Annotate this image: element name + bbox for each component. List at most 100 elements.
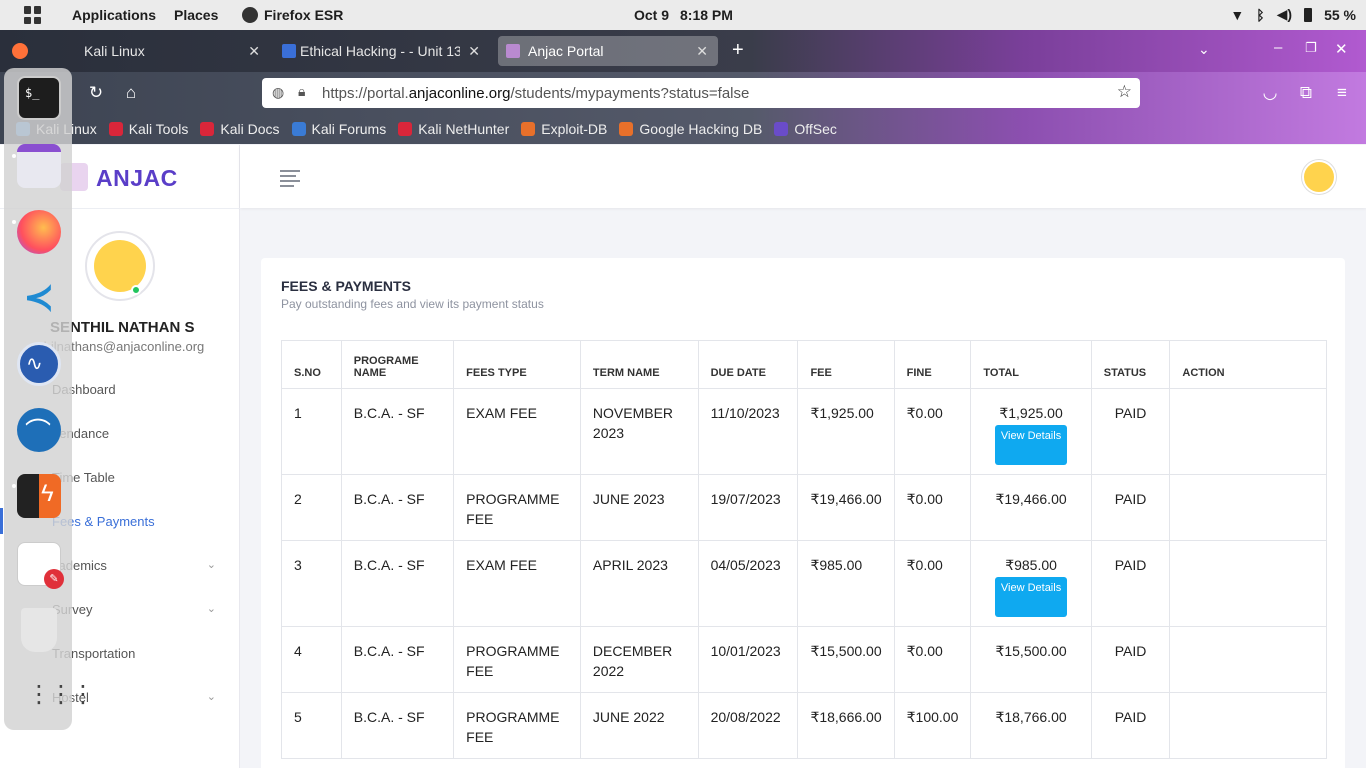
profile-avatar[interactable] [85, 231, 155, 301]
cell-sno: 5 [281, 692, 342, 759]
bookmark-offsec[interactable]: OffSec [774, 121, 837, 137]
column-header[interactable]: FEES TYPE [453, 340, 581, 389]
bookmark-kali-nethunter[interactable]: Kali NetHunter [398, 121, 509, 137]
cell-due-date: 04/05/2023 [697, 540, 799, 627]
text-editor-icon[interactable]: ✎ [17, 542, 64, 589]
cell-programme: B.C.A. - SF [340, 474, 455, 541]
pocket-icon[interactable]: ◡ [1260, 83, 1280, 103]
trash-icon[interactable] [21, 608, 57, 652]
bookmarks-bar: Kali Linux Kali Tools Kali Docs Kali For… [0, 114, 1366, 144]
sidebar-item-dashboard[interactable]: Dashboard [52, 382, 224, 397]
cell-sno: 3 [281, 540, 342, 627]
bookmark-kali-forums[interactable]: Kali Forums [291, 121, 386, 137]
cell-fee: ₹18,666.00 [797, 692, 895, 759]
wireshark-icon[interactable]: ⌒ [17, 408, 61, 452]
bookmark-star-icon[interactable]: ☆ [1117, 82, 1132, 102]
column-header[interactable]: TOTAL [970, 340, 1092, 389]
system-tray[interactable]: ▼ ᛒ ◀) 55 % [1230, 6, 1356, 23]
places-menu[interactable]: Places [174, 7, 218, 23]
column-header[interactable]: FEE [797, 340, 895, 389]
cell-sno: 2 [281, 474, 342, 541]
firefox-icon[interactable] [17, 210, 61, 254]
sidebar-item-transportation[interactable]: Transportation [52, 646, 224, 661]
vscode-icon[interactable]: ≺ [17, 276, 61, 320]
table-row: 2 B.C.A. - SF PROGRAMME FEE JUNE 2023 19… [281, 474, 1327, 541]
tab-anjac-portal[interactable]: Anjac Portal ✕ [498, 36, 718, 66]
view-details-button[interactable]: View Details [995, 577, 1068, 617]
file-manager-icon[interactable] [17, 144, 61, 188]
new-tab-button[interactable]: + [732, 39, 744, 62]
bookmark-label: OffSec [794, 121, 837, 137]
sidebar-item-attendance[interactable]: ttendance [52, 426, 224, 441]
battery-icon [1304, 7, 1313, 22]
site-info-icon[interactable]: ◍ [272, 84, 284, 101]
avatar-face-icon [94, 240, 146, 292]
cell-fees-type: EXAM FEE [453, 540, 581, 627]
column-header[interactable]: S.NO [281, 340, 342, 389]
address-bar[interactable]: ◍ 🔒︎ https://portal. anjaconline.org/stud… [262, 78, 1140, 108]
wifi-icon: ▼ [1230, 6, 1245, 23]
app-grid-icon[interactable] [24, 6, 42, 24]
show-apps-grid-icon[interactable]: ⋮⋮⋮ [17, 674, 95, 718]
lock-icon[interactable]: 🔒︎ [298, 83, 305, 100]
applications-menu[interactable]: Applications [72, 7, 156, 23]
column-header[interactable]: PROGRAME NAME [340, 340, 455, 389]
restore-icon[interactable]: ❐ [1305, 40, 1317, 56]
close-icon[interactable]: ✕ [468, 43, 480, 60]
cell-action [1169, 692, 1327, 759]
running-indicator [12, 154, 16, 158]
bookmark-exploit-db[interactable]: Exploit-DB [521, 121, 607, 137]
cell-status: PAID [1090, 474, 1171, 541]
browser-tab-bar: Kali Linux ✕ Ethical Hacking - - Unit 13… [0, 30, 1366, 72]
list-tabs-icon[interactable]: ⌄ [1198, 41, 1210, 58]
reload-icon[interactable]: ↻ [86, 83, 106, 103]
home-icon[interactable]: ⌂ [121, 83, 141, 103]
active-app-label[interactable]: Firefox ESR [264, 7, 343, 23]
tab-ethical-hacking[interactable]: Ethical Hacking - - Unit 13 ✕ [276, 36, 490, 66]
system-monitor-icon[interactable]: ∿ [17, 342, 61, 386]
url-domain: anjaconline.org [408, 84, 511, 102]
column-header[interactable]: ACTION [1169, 340, 1327, 389]
page-header [240, 145, 1366, 208]
sidebar-item-fees-payments[interactable]: Fees & Payments [52, 514, 224, 529]
volume-icon: ◀) [1276, 6, 1293, 22]
sidebar-item-academics[interactable]: cademics ⌄ [52, 558, 224, 573]
cell-total: ₹15,500.00 [970, 626, 1092, 693]
column-header[interactable]: DUE DATE [697, 340, 799, 389]
cell-due-date: 20/08/2022 [697, 692, 799, 759]
bookmark-label: Kali Tools [128, 121, 189, 137]
bookmark-kali-tools[interactable]: Kali Tools [108, 121, 189, 137]
terminal-icon[interactable]: $_ [17, 76, 61, 120]
cell-status: PAID [1090, 540, 1171, 627]
web-page: ANJAC SENTHIL NATHAN S thilnathans@anjac… [0, 145, 1366, 768]
bookmark-kali-docs[interactable]: Kali Docs [200, 121, 280, 137]
sidebar-item-survey[interactable]: Survey ⌄ [52, 602, 224, 617]
cell-fee: ₹19,466.00 [797, 474, 895, 541]
column-header[interactable]: STATUS [1090, 340, 1171, 389]
cell-status: PAID [1090, 626, 1171, 693]
sidebar-item-time-table[interactable]: Time Table [52, 470, 224, 485]
close-icon[interactable]: ✕ [696, 43, 708, 60]
tab-kali-linux[interactable]: Kali Linux ✕ [50, 36, 270, 66]
bookmark-label: Exploit-DB [541, 121, 608, 137]
firefox-menu-icon[interactable] [12, 43, 28, 59]
burpsuite-icon[interactable]: ϟ [17, 474, 61, 518]
extensions-icon[interactable]: ⧉ [1296, 83, 1316, 103]
close-icon[interactable]: ✕ [248, 43, 260, 60]
bookmark-google-hacking-db[interactable]: Google Hacking DB [619, 121, 762, 137]
user-avatar[interactable] [1302, 160, 1336, 194]
clock-time[interactable]: 8:18 PM [680, 7, 733, 23]
clock-date[interactable]: Oct 9 [634, 7, 669, 23]
bookmark-icon [108, 122, 123, 136]
menu-icon[interactable]: ≡ [1332, 83, 1352, 103]
window-close-icon[interactable]: ✕ [1335, 40, 1348, 58]
view-details-button[interactable]: View Details [995, 425, 1068, 465]
cell-fine: ₹0.00 [893, 388, 972, 475]
column-header[interactable]: TERM NAME [579, 340, 699, 389]
hamburger-menu-icon[interactable] [280, 170, 300, 190]
cell-fees-type: PROGRAMME FEE [453, 626, 581, 693]
card-title: FEES & PAYMENTS [281, 278, 411, 294]
brand-name[interactable]: ANJAC [96, 165, 178, 192]
minimize-icon[interactable]: – [1274, 39, 1282, 56]
column-header[interactable]: FINE [893, 340, 972, 389]
